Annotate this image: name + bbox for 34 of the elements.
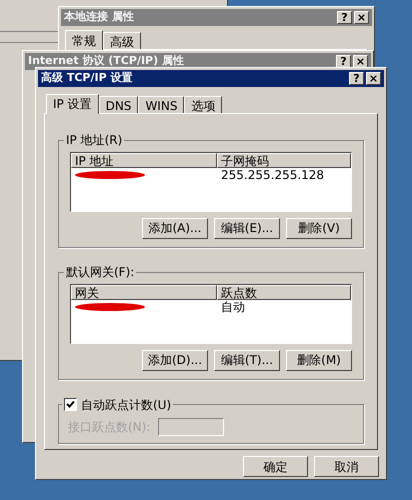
tab[interactable]: 高级 bbox=[103, 32, 141, 49]
close-button[interactable]: × bbox=[353, 55, 368, 68]
column-header[interactable]: 网关 bbox=[71, 284, 217, 300]
column-header[interactable]: 跃点数 bbox=[217, 284, 351, 300]
column-header[interactable]: IP 地址 bbox=[71, 152, 217, 168]
tab[interactable]: 常规 bbox=[65, 30, 103, 50]
dialog-button[interactable]: 添加(A)... bbox=[142, 218, 208, 239]
checkbox[interactable] bbox=[64, 398, 77, 412]
window-title: Internet 协议 (TCP/IP) 属性 bbox=[28, 53, 184, 70]
tab[interactable]: IP 设置 bbox=[46, 94, 99, 114]
group-label: 默认网关(F): bbox=[64, 264, 136, 280]
dialog-button[interactable]: 取消 bbox=[314, 456, 379, 477]
table-cell-text: 255.255.255.128 bbox=[221, 167, 324, 184]
column-header[interactable]: 子网掩码 bbox=[217, 152, 351, 168]
tab[interactable]: DNS bbox=[98, 96, 138, 113]
window-title: 高级 TCP/IP 设置 bbox=[41, 70, 132, 86]
dialog-button[interactable]: 删除(M) bbox=[286, 350, 352, 371]
dialog-button[interactable]: 添加(D)... bbox=[142, 350, 208, 371]
close-button[interactable]: × bbox=[366, 72, 381, 85]
help-button[interactable]: ? bbox=[337, 11, 352, 24]
window-title: 本地连接 属性 bbox=[64, 9, 134, 26]
tab[interactable]: WINS bbox=[138, 96, 184, 113]
checkbox-label: 自动跃点计数(U) bbox=[81, 396, 172, 414]
table-cell-text: 自动 bbox=[221, 299, 245, 316]
dialog-button[interactable]: 编辑(E)... bbox=[214, 218, 280, 239]
close-button[interactable]: × bbox=[354, 11, 369, 24]
dialog-button[interactable]: 编辑(T)... bbox=[214, 350, 280, 371]
dialog-button[interactable]: 确定 bbox=[243, 456, 308, 477]
help-button[interactable]: ? bbox=[349, 72, 364, 85]
checkmark-icon bbox=[66, 400, 75, 410]
tab[interactable]: 选项 bbox=[184, 96, 222, 113]
group-label: IP 地址(R) bbox=[64, 132, 124, 148]
help-button[interactable]: ? bbox=[336, 55, 351, 68]
dialog-button[interactable]: 删除(V) bbox=[286, 218, 352, 239]
